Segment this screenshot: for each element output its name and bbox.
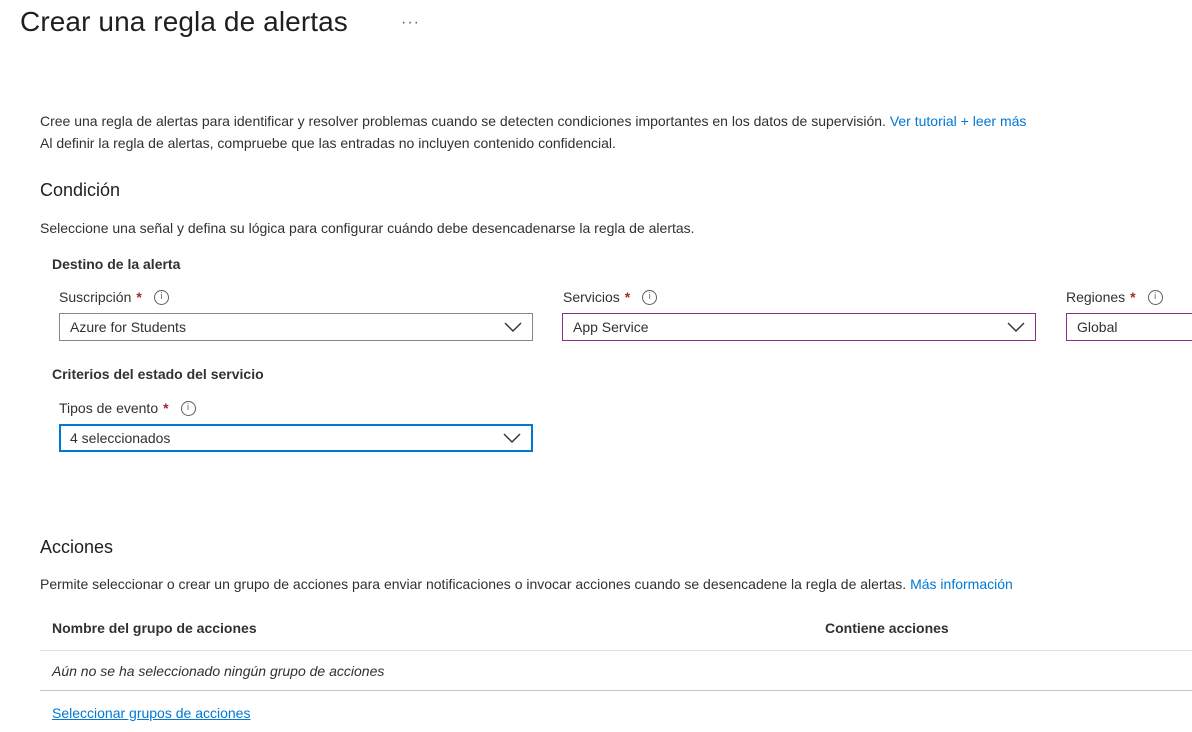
required-marker: * [163,400,169,416]
info-icon[interactable]: i [153,289,169,305]
intro-line-1: Cree una regla de alertas para identific… [40,113,886,129]
services-label-text: Servicios [563,289,620,305]
event-types-value: 4 seleccionados [70,430,171,446]
intro-line-2: Al definir la regla de alertas, comprueb… [40,135,616,151]
info-icon[interactable]: i [642,289,658,305]
regions-label: Regiones * i [1066,289,1163,305]
regions-label-text: Regiones [1066,289,1126,305]
regions-value: Global [1077,319,1118,335]
column-header-group-name[interactable]: Nombre del grupo de acciones [52,620,257,636]
actions-heading: Acciones [40,537,114,557]
alert-target-heading: Destino de la alerta [52,256,181,272]
chevron-down-icon [1007,322,1025,332]
action-groups-table-empty-row: Aún no se ha seleccionado ningún grupo d… [40,651,1192,691]
actions-description-text: Permite seleccionar o crear un grupo de … [40,576,907,592]
services-label: Servicios * i [563,289,658,305]
required-marker: * [624,289,631,305]
subscription-label-text: Suscripción [59,289,132,305]
more-info-link[interactable]: Más información [910,576,1013,592]
service-health-criteria-heading: Criterios del estado del servicio [52,366,264,382]
regions-dropdown[interactable]: Global [1066,313,1192,341]
intro-text: Cree una regla de alertas para identific… [40,110,1026,154]
chevron-down-icon [504,322,522,332]
action-groups-table-header: Nombre del grupo de acciones Contiene ac… [40,612,1192,651]
info-icon[interactable]: i [1147,289,1163,305]
subscription-dropdown[interactable]: Azure for Students [59,313,533,341]
subscription-value: Azure for Students [70,319,186,335]
page-title: Crear una regla de alertas [20,6,348,37]
subscription-label: Suscripción * i [59,289,169,305]
actions-description: Permite seleccionar o crear un grupo de … [40,576,1013,592]
select-action-groups-link[interactable]: Seleccionar grupos de acciones [52,705,250,721]
event-types-dropdown[interactable]: 4 seleccionados [59,424,533,452]
services-dropdown[interactable]: App Service [562,313,1036,341]
tutorial-link[interactable]: Ver tutorial + leer más [890,113,1027,129]
more-options-icon[interactable]: ··· [401,14,420,32]
required-marker: * [136,289,142,305]
required-marker: * [1130,289,1136,305]
column-header-contains-actions[interactable]: Contiene acciones [825,620,949,636]
condition-description: Seleccione una señal y defina su lógica … [40,220,695,236]
empty-message: Aún no se ha seleccionado ningún grupo d… [52,663,385,679]
event-types-label: Tipos de evento * i [59,400,196,416]
condition-heading: Condición [40,180,121,200]
alert-rule-page: Crear una regla de alertas ··· Cree una … [0,0,1192,732]
info-icon[interactable]: i [180,400,196,416]
chevron-down-icon [503,433,521,443]
event-types-label-text: Tipos de evento [59,400,159,416]
services-value: App Service [573,319,649,335]
